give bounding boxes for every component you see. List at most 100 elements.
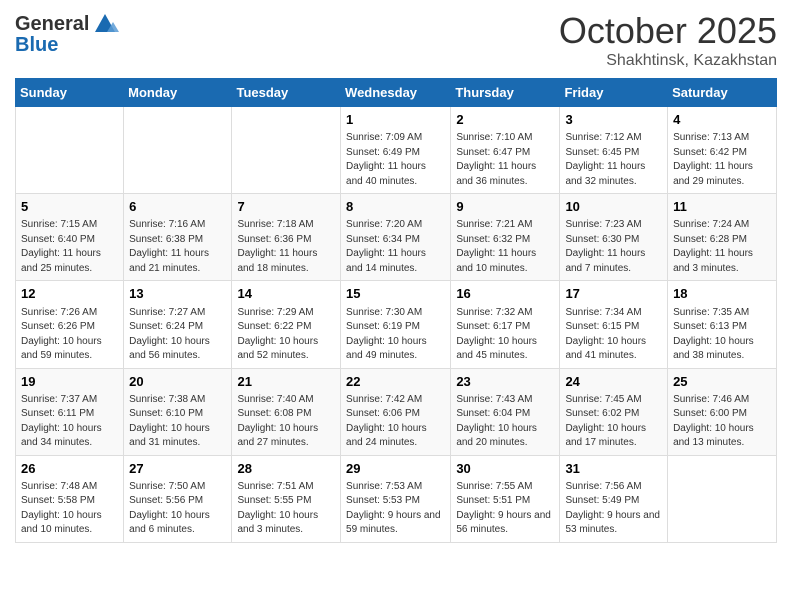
day-number: 28	[237, 460, 335, 478]
day-number: 29	[346, 460, 445, 478]
day-info: Sunrise: 7:48 AM Sunset: 5:58 PM Dayligh…	[21, 480, 118, 538]
day-info: Sunrise: 7:51 AM Sunset: 5:55 PM Dayligh…	[237, 480, 335, 538]
location-title: Shakhtinsk, Kazakhstan	[559, 52, 777, 70]
day-info: Sunrise: 7:35 AM Sunset: 6:13 PM Dayligh…	[673, 306, 771, 364]
day-info: Sunrise: 7:13 AM Sunset: 6:42 PM Dayligh…	[673, 131, 771, 189]
day-info: Sunrise: 7:56 AM Sunset: 5:49 PM Dayligh…	[565, 480, 662, 538]
day-cell: 31 Sunrise: 7:56 AM Sunset: 5:49 PM Dayli…	[560, 455, 668, 542]
day-info: Sunrise: 7:12 AM Sunset: 6:45 PM Dayligh…	[565, 131, 662, 189]
day-number: 25	[673, 373, 771, 391]
day-cell: 13 Sunrise: 7:27 AM Sunset: 6:24 PM Dayli…	[124, 281, 232, 368]
day-number: 18	[673, 285, 771, 303]
week-row-1: 1 Sunrise: 7:09 AM Sunset: 6:49 PM Daylig…	[16, 107, 777, 194]
day-number: 2	[456, 111, 554, 129]
day-number: 5	[21, 198, 118, 216]
day-number: 30	[456, 460, 554, 478]
day-number: 22	[346, 373, 445, 391]
calendar-page: General Blue October 2025 Shakhtinsk, Ka…	[0, 0, 792, 612]
col-tuesday: Tuesday	[232, 79, 341, 107]
day-cell: 2Sunrise: 7:10 AM Sunset: 6:47 PM Daylig…	[451, 107, 560, 194]
day-cell: 19 Sunrise: 7:37 AM Sunset: 6:11 PM Dayli…	[16, 368, 124, 455]
day-number: 21	[237, 373, 335, 391]
logo-blue-text: Blue	[15, 34, 119, 57]
logo: General Blue	[15, 10, 119, 57]
day-cell: 8Sunrise: 7:20 AM Sunset: 6:34 PM Daylig…	[341, 194, 451, 281]
day-cell: 21 Sunrise: 7:40 AM Sunset: 6:08 PM Dayli…	[232, 368, 341, 455]
day-number: 15	[346, 285, 445, 303]
day-info: Sunrise: 7:55 AM Sunset: 5:51 PM Dayligh…	[456, 480, 554, 538]
month-title: October 2025	[559, 10, 777, 52]
day-cell: 25 Sunrise: 7:46 AM Sunset: 6:00 PM Dayli…	[668, 368, 777, 455]
day-cell: 4 Sunrise: 7:13 AM Sunset: 6:42 PM Daylig…	[668, 107, 777, 194]
day-cell: 18 Sunrise: 7:35 AM Sunset: 6:13 PM Dayli…	[668, 281, 777, 368]
col-monday: Monday	[124, 79, 232, 107]
calendar-table: Sunday Monday Tuesday Wednesday Thursday…	[15, 78, 777, 543]
week-row-2: 5Sunrise: 7:15 AM Sunset: 6:40 PM Daylig…	[16, 194, 777, 281]
day-number: 12	[21, 285, 118, 303]
day-number: 19	[21, 373, 118, 391]
day-number: 13	[129, 285, 226, 303]
day-info: Sunrise: 7:26 AM Sunset: 6:26 PM Dayligh…	[21, 306, 118, 364]
day-number: 7	[237, 198, 335, 216]
week-row-3: 12 Sunrise: 7:26 AM Sunset: 6:26 PM Dayli…	[16, 281, 777, 368]
day-number: 14	[237, 285, 335, 303]
day-cell: 20 Sunrise: 7:38 AM Sunset: 6:10 PM Dayli…	[124, 368, 232, 455]
day-cell: 16Sunrise: 7:32 AM Sunset: 6:17 PM Dayli…	[451, 281, 560, 368]
day-cell: 14 Sunrise: 7:29 AM Sunset: 6:22 PM Dayli…	[232, 281, 341, 368]
day-cell: 23Sunrise: 7:43 AM Sunset: 6:04 PM Dayli…	[451, 368, 560, 455]
day-number: 17	[565, 285, 662, 303]
col-saturday: Saturday	[668, 79, 777, 107]
day-number: 3	[565, 111, 662, 129]
day-info: Sunrise: 7:30 AM Sunset: 6:19 PM Dayligh…	[346, 306, 445, 364]
day-cell: 29Sunrise: 7:53 AM Sunset: 5:53 PM Dayli…	[341, 455, 451, 542]
logo-icon	[91, 10, 119, 36]
day-info: Sunrise: 7:46 AM Sunset: 6:00 PM Dayligh…	[673, 393, 771, 451]
day-info: Sunrise: 7:16 AM Sunset: 6:38 PM Dayligh…	[129, 218, 226, 276]
logo-general-text: General	[15, 13, 89, 36]
week-row-4: 19 Sunrise: 7:37 AM Sunset: 6:11 PM Dayli…	[16, 368, 777, 455]
day-cell: 9 Sunrise: 7:21 AM Sunset: 6:32 PM Daylig…	[451, 194, 560, 281]
day-info: Sunrise: 7:29 AM Sunset: 6:22 PM Dayligh…	[237, 306, 335, 364]
day-info: Sunrise: 7:23 AM Sunset: 6:30 PM Dayligh…	[565, 218, 662, 276]
day-cell: 26 Sunrise: 7:48 AM Sunset: 5:58 PM Dayli…	[16, 455, 124, 542]
day-cell: 6 Sunrise: 7:16 AM Sunset: 6:38 PM Daylig…	[124, 194, 232, 281]
day-number: 16	[456, 285, 554, 303]
day-info: Sunrise: 7:42 AM Sunset: 6:06 PM Dayligh…	[346, 393, 445, 451]
day-cell: 27 Sunrise: 7:50 AM Sunset: 5:56 PM Dayli…	[124, 455, 232, 542]
day-cell	[668, 455, 777, 542]
day-info: Sunrise: 7:37 AM Sunset: 6:11 PM Dayligh…	[21, 393, 118, 451]
day-cell: 1 Sunrise: 7:09 AM Sunset: 6:49 PM Daylig…	[341, 107, 451, 194]
day-info: Sunrise: 7:34 AM Sunset: 6:15 PM Dayligh…	[565, 306, 662, 364]
day-cell: 30 Sunrise: 7:55 AM Sunset: 5:51 PM Dayli…	[451, 455, 560, 542]
day-cell: 15 Sunrise: 7:30 AM Sunset: 6:19 PM Dayli…	[341, 281, 451, 368]
day-number: 26	[21, 460, 118, 478]
day-info: Sunrise: 7:21 AM Sunset: 6:32 PM Dayligh…	[456, 218, 554, 276]
day-info: Sunrise: 7:40 AM Sunset: 6:08 PM Dayligh…	[237, 393, 335, 451]
day-number: 23	[456, 373, 554, 391]
day-info: Sunrise: 7:27 AM Sunset: 6:24 PM Dayligh…	[129, 306, 226, 364]
calendar-header-row: Sunday Monday Tuesday Wednesday Thursday…	[16, 79, 777, 107]
day-cell: 28 Sunrise: 7:51 AM Sunset: 5:55 PM Dayli…	[232, 455, 341, 542]
day-cell	[124, 107, 232, 194]
col-thursday: Thursday	[451, 79, 560, 107]
day-info: Sunrise: 7:38 AM Sunset: 6:10 PM Dayligh…	[129, 393, 226, 451]
day-number: 10	[565, 198, 662, 216]
title-block: October 2025 Shakhtinsk, Kazakhstan	[559, 10, 777, 70]
day-cell: 7Sunrise: 7:18 AM Sunset: 6:36 PM Daylig…	[232, 194, 341, 281]
col-sunday: Sunday	[16, 79, 124, 107]
day-number: 1	[346, 111, 445, 129]
day-number: 20	[129, 373, 226, 391]
day-cell	[232, 107, 341, 194]
day-cell: 12 Sunrise: 7:26 AM Sunset: 6:26 PM Dayli…	[16, 281, 124, 368]
week-row-5: 26 Sunrise: 7:48 AM Sunset: 5:58 PM Dayli…	[16, 455, 777, 542]
day-cell: 24Sunrise: 7:45 AM Sunset: 6:02 PM Dayli…	[560, 368, 668, 455]
day-info: Sunrise: 7:50 AM Sunset: 5:56 PM Dayligh…	[129, 480, 226, 538]
day-number: 9	[456, 198, 554, 216]
day-number: 4	[673, 111, 771, 129]
day-cell: 17 Sunrise: 7:34 AM Sunset: 6:15 PM Dayli…	[560, 281, 668, 368]
day-number: 6	[129, 198, 226, 216]
day-info: Sunrise: 7:09 AM Sunset: 6:49 PM Dayligh…	[346, 131, 445, 189]
day-number: 31	[565, 460, 662, 478]
day-number: 27	[129, 460, 226, 478]
day-cell: 5Sunrise: 7:15 AM Sunset: 6:40 PM Daylig…	[16, 194, 124, 281]
